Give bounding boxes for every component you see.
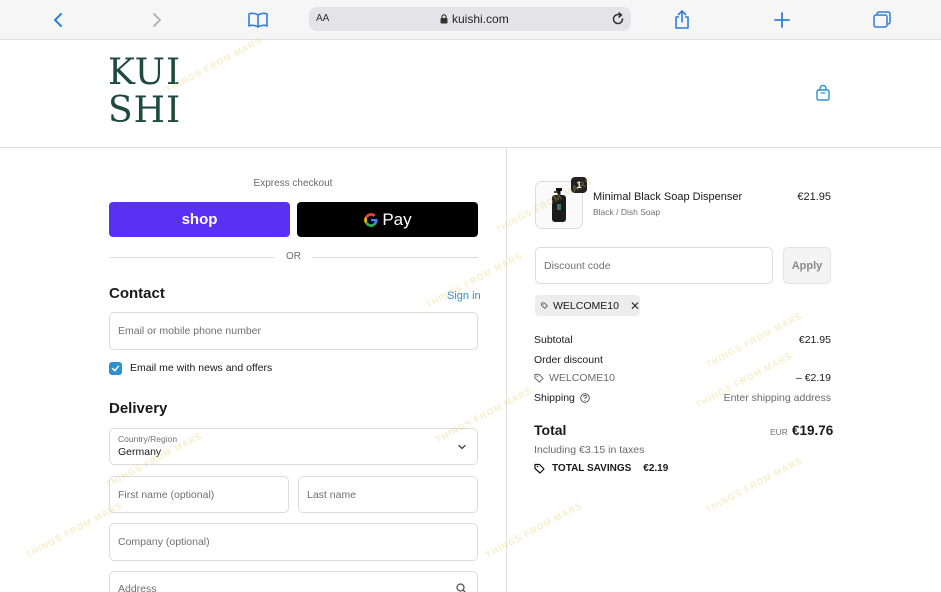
tag-icon (534, 463, 545, 474)
email-field[interactable]: Email or mobile phone number (109, 312, 478, 350)
back-icon[interactable] (45, 8, 71, 32)
savings-value: €2.19 (643, 463, 669, 474)
help-icon[interactable] (580, 393, 590, 403)
contact-heading: Contact (109, 285, 165, 302)
delivery-heading: Delivery (109, 400, 168, 417)
quantity-badge: 1 (571, 177, 587, 193)
lock-icon (440, 14, 448, 24)
product-name: Minimal Black Soap Dispenser (593, 191, 743, 203)
country-label: Country/Region (118, 434, 178, 444)
company-field[interactable]: Company (optional) (109, 523, 478, 561)
newsletter-checkbox-row[interactable]: Email me with news and offers (109, 361, 272, 375)
first-name-field[interactable]: First name (optional) (109, 476, 289, 513)
remove-discount-icon[interactable]: ✕ (630, 299, 640, 313)
chevron-down-icon (458, 444, 466, 450)
shop-pay-button[interactable]: shop (109, 202, 290, 237)
bookmarks-icon[interactable] (245, 8, 271, 32)
shipping-value: Enter shipping address (723, 392, 831, 404)
text-size-button[interactable]: AA (316, 13, 329, 24)
savings-label: TOTAL SAVINGS (552, 463, 632, 474)
address-field[interactable]: Address (109, 571, 478, 592)
subtotal-row: Subtotal €21.95 (534, 334, 831, 346)
search-icon (456, 583, 466, 592)
order-discount-code: WELCOME10 (549, 372, 615, 384)
tag-icon (541, 302, 548, 309)
site-header: KUI SHI (0, 40, 941, 148)
check-icon (111, 365, 120, 371)
watermark: THINGS FROM MARS (703, 455, 805, 515)
reload-icon[interactable] (609, 10, 627, 28)
google-pay-button[interactable]: Pay (297, 202, 478, 237)
tax-line: Including €3.15 in taxes (534, 444, 645, 456)
subtotal-value: €21.95 (798, 334, 831, 346)
express-checkout-label: Express checkout (253, 178, 333, 189)
forward-icon[interactable] (144, 8, 170, 32)
sign-in-link[interactable]: Sign in (447, 290, 481, 302)
subtotal-label: Subtotal (534, 334, 573, 346)
or-separator: OR (109, 251, 478, 263)
google-g-icon (364, 212, 378, 227)
total-currency: EUR (770, 427, 788, 437)
column-divider (506, 148, 507, 592)
new-tab-icon[interactable] (769, 8, 795, 32)
shopping-bag-icon[interactable] (814, 84, 832, 102)
order-discount-label: Order discount (534, 354, 603, 366)
total-label: Total (534, 422, 567, 438)
tabs-overview-icon[interactable] (869, 8, 895, 32)
order-discount-row: Order discount (534, 354, 831, 366)
watermark: THINGS FROM MARS (483, 500, 585, 560)
newsletter-checkbox[interactable] (109, 361, 122, 375)
product-variant: Black / Dish Soap (593, 207, 661, 217)
shipping-row: Shipping Enter shipping address (534, 392, 831, 404)
tag-icon (534, 373, 544, 383)
url-text: kuishi.com (452, 12, 509, 26)
order-discount-value: – €2.19 (795, 372, 831, 384)
total-savings: TOTAL SAVINGS €2.19 (534, 463, 668, 474)
discount-code-field[interactable]: Discount code (535, 247, 773, 284)
address-bar[interactable]: AA kuishi.com (309, 7, 631, 31)
product-price: €21.95 (797, 191, 831, 203)
last-name-field[interactable]: Last name (298, 476, 478, 513)
browser-toolbar: AA kuishi.com (0, 0, 941, 40)
newsletter-label: Email me with news and offers (130, 362, 273, 374)
applied-code: WELCOME10 (553, 299, 619, 312)
apply-discount-button[interactable]: Apply (783, 247, 831, 284)
country-select[interactable]: Country/Region Germany (109, 428, 478, 465)
applied-discount-chip: WELCOME10 ✕ (535, 295, 640, 316)
order-discount-code-row: WELCOME10 – €2.19 (534, 372, 831, 386)
shipping-label: Shipping (534, 392, 575, 404)
kuishi-logo[interactable]: KUI SHI (108, 54, 188, 130)
country-value: Germany (118, 446, 162, 458)
total-amount: €19.76 (792, 423, 834, 438)
share-icon[interactable] (669, 8, 695, 32)
